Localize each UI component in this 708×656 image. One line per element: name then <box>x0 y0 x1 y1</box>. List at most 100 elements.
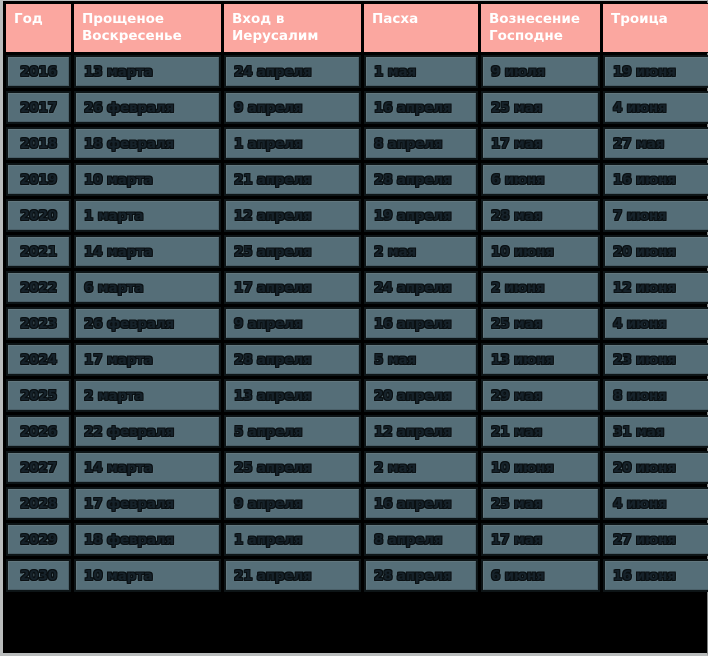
cell-trinity: 20 июня <box>603 235 708 268</box>
cell-text-ascension: 6 июня <box>491 567 545 584</box>
cell-inner: 2 марта <box>76 381 219 410</box>
cell-text-year: 2019 <box>20 171 57 188</box>
cell-inner: 5 мая <box>366 345 476 374</box>
cell-inner: 26 февраля <box>76 93 219 122</box>
cell-inner: 2016 <box>8 57 69 86</box>
cell-inner: 10 июня <box>483 453 598 482</box>
cell-inner: 2024 <box>8 345 69 374</box>
orthodox-moveable-feasts-table: Год Прощеное Воскресенье Вход в Иерусали… <box>3 1 708 595</box>
cell-trinity: 7 июня <box>603 199 708 232</box>
cell-forgiveness-sunday: 10 марта <box>74 163 221 196</box>
table-row: 2023 26 февраля 9 апреля 16 апреля 25 мая 4 и… <box>6 307 708 340</box>
cell-trinity: 4 июня <box>603 487 708 520</box>
column-header-ascension: Вознесение Господне <box>480 3 601 53</box>
cell-trinity: 31 мая <box>603 415 708 448</box>
cell-text-ascension: 10 июня <box>491 459 554 476</box>
cell-inner: 25 мая <box>483 309 598 338</box>
column-header-easter: Пасха <box>363 3 479 53</box>
cell-text-trinity: 27 июня <box>613 531 676 548</box>
table-row: 2018 18 февраля 1 апреля 8 апреля 17 мая 27 м… <box>6 127 708 160</box>
cell-text-ascension: 29 мая <box>491 387 543 404</box>
cell-inner: 28 апреля <box>366 561 476 590</box>
cell-inner: 20 апреля <box>366 381 476 410</box>
cell-ascension: 2 июня <box>481 271 600 304</box>
cell-inner: 9 июля <box>483 57 598 86</box>
cell-forgiveness-sunday: 22 февраля <box>74 415 221 448</box>
cell-forgiveness-sunday: 10 марта <box>74 559 221 592</box>
cell-forgiveness-sunday: 17 февраля <box>74 487 221 520</box>
cell-forgiveness-sunday: 26 февраля <box>74 307 221 340</box>
cell-inner: 4 июня <box>605 93 708 122</box>
cell-palm-sunday: 17 апреля <box>224 271 361 304</box>
cell-inner: 27 мая <box>605 129 708 158</box>
cell-inner: 1 апреля <box>226 129 359 158</box>
cell-ascension: 13 июня <box>481 343 600 376</box>
cell-text-ascension: 13 июня <box>491 351 554 368</box>
cell-inner: 12 апреля <box>226 201 359 230</box>
cell-year: 2016 <box>6 55 71 88</box>
cell-year: 2020 <box>6 199 71 232</box>
cell-forgiveness-sunday: 18 февраля <box>74 127 221 160</box>
cell-ascension: 17 мая <box>481 523 600 556</box>
cell-ascension: 21 мая <box>481 415 600 448</box>
cell-text-easter: 8 апреля <box>374 135 443 152</box>
cell-palm-sunday: 21 апреля <box>224 559 361 592</box>
cell-text-year: 2021 <box>20 243 57 260</box>
cell-inner: 13 июня <box>483 345 598 374</box>
cell-inner: 2 мая <box>366 453 476 482</box>
cell-inner: 17 мая <box>483 129 598 158</box>
cell-text-ascension: 6 июня <box>491 171 545 188</box>
cell-text-forgiveness-sunday: 13 марта <box>84 63 153 80</box>
cell-text-ascension: 25 мая <box>491 495 543 512</box>
cell-inner: 7 июня <box>605 201 708 230</box>
cell-inner: 21 апреля <box>226 165 359 194</box>
cell-ascension: 17 мая <box>481 127 600 160</box>
cell-text-palm-sunday: 25 апреля <box>234 243 312 260</box>
cell-inner: 12 июня <box>605 273 708 302</box>
cell-palm-sunday: 1 апреля <box>224 127 361 160</box>
cell-inner: 18 февраля <box>76 129 219 158</box>
cell-inner: 13 марта <box>76 57 219 86</box>
cell-text-palm-sunday: 25 апреля <box>234 459 312 476</box>
cell-inner: 16 июня <box>605 561 708 590</box>
cell-text-year: 2030 <box>20 567 57 584</box>
table-header: Год Прощеное Воскресенье Вход в Иерусали… <box>5 3 708 53</box>
cell-year: 2025 <box>6 379 71 412</box>
column-header-trinity: Троица <box>602 3 708 53</box>
cell-inner: 2022 <box>8 273 69 302</box>
cell-text-trinity: 16 июня <box>613 171 676 188</box>
table-row: 2028 17 февраля 9 апреля 16 апреля 25 мая 4 и… <box>6 487 708 520</box>
cell-text-ascension: 25 мая <box>491 99 543 116</box>
cell-easter: 16 апреля <box>364 487 478 520</box>
cell-forgiveness-sunday: 26 февраля <box>74 91 221 124</box>
cell-text-easter: 16 апреля <box>374 99 452 116</box>
cell-inner: 21 апреля <box>226 561 359 590</box>
cell-year: 2029 <box>6 523 71 556</box>
cell-text-trinity: 4 июня <box>613 99 667 116</box>
cell-inner: 2018 <box>8 129 69 158</box>
cell-palm-sunday: 24 апреля <box>224 55 361 88</box>
cell-inner: 2023 <box>8 309 69 338</box>
cell-forgiveness-sunday: 1 марта <box>74 199 221 232</box>
cell-text-forgiveness-sunday: 10 марта <box>84 171 153 188</box>
cell-easter: 8 апреля <box>364 127 478 160</box>
cell-text-year: 2017 <box>20 99 57 116</box>
cell-text-palm-sunday: 1 апреля <box>234 135 303 152</box>
cell-text-year: 2020 <box>20 207 57 224</box>
cell-ascension: 6 июня <box>481 559 600 592</box>
column-header-palm-sunday: Вход в Иерусалим <box>223 3 362 53</box>
cell-text-easter: 28 апреля <box>374 567 452 584</box>
cell-inner: 16 апреля <box>366 489 476 518</box>
cell-inner: 20 июня <box>605 237 708 266</box>
cell-inner: 1 апреля <box>226 525 359 554</box>
cell-text-easter: 5 мая <box>374 351 416 368</box>
cell-year: 2028 <box>6 487 71 520</box>
cell-trinity: 4 июня <box>603 91 708 124</box>
cell-inner: 10 июня <box>483 237 598 266</box>
cell-trinity: 8 июня <box>603 379 708 412</box>
cell-inner: 21 мая <box>483 417 598 446</box>
table-row: 2024 17 марта 28 апреля 5 мая 13 июня 23 июня <box>6 343 708 376</box>
cell-inner: 8 апреля <box>366 129 476 158</box>
cell-inner: 17 марта <box>76 345 219 374</box>
table-body: 2016 13 марта 24 апреля 1 мая 9 июля 19 июня 2… <box>6 55 708 592</box>
